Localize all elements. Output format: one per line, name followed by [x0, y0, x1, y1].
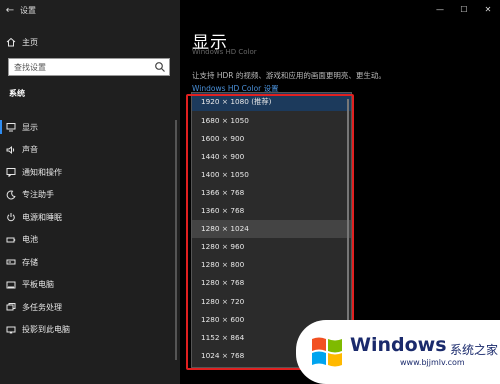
sidebar-item-battery[interactable]: 电池	[0, 229, 180, 252]
resolution-option[interactable]: 1680 × 1050	[192, 111, 351, 129]
notification-icon	[0, 167, 22, 178]
sidebar-item-tablet[interactable]: 平板电脑	[0, 274, 180, 297]
resolution-option[interactable]: 1440 × 900	[192, 147, 351, 165]
hdr-description: 让支持 HDR 的视频、游戏和应用的画面更明亮、更生动。	[192, 71, 386, 80]
project-icon	[0, 325, 22, 335]
resolution-option[interactable]: 1280 × 1024	[192, 219, 351, 238]
resolution-option[interactable]: 1400 × 1050	[192, 165, 351, 183]
sidebar-item-label: 显示	[22, 122, 38, 132]
sidebar-item-display[interactable]: 显示	[0, 116, 180, 139]
sidebar-item-label: 多任务处理	[22, 302, 62, 312]
watermark-brand: Windows	[350, 334, 447, 356]
resolution-option[interactable]: 1600 × 900	[192, 129, 351, 147]
search-icon[interactable]	[154, 61, 166, 73]
sidebar-item-sound[interactable]: 声音	[0, 139, 180, 162]
home-nav-item[interactable]: 主页	[0, 34, 38, 50]
window-controls: — ☐ ✕	[428, 0, 500, 18]
sidebar-item-label: 投影到此电脑	[22, 325, 70, 335]
power-icon	[0, 212, 22, 222]
sidebar-item-multitasking[interactable]: 多任务处理	[0, 296, 180, 319]
close-icon[interactable]: ✕	[476, 0, 500, 18]
home-icon	[0, 37, 22, 47]
speaker-icon	[0, 145, 22, 155]
sidebar-item-notifications[interactable]: 通知和操作	[0, 161, 180, 184]
windows-logo-icon	[312, 337, 342, 367]
watermark-url: www.bjjmlv.com	[400, 358, 465, 367]
sidebar-item-label: 通知和操作	[22, 167, 62, 177]
resolution-option[interactable]: 1366 × 768	[192, 183, 351, 201]
hd-color-heading: Windows HD Color	[192, 48, 257, 56]
resolution-option[interactable]: 1280 × 960	[192, 238, 351, 256]
resolution-option[interactable]: 1280 × 800	[192, 256, 351, 274]
tablet-icon	[0, 280, 22, 290]
watermark: Windows 系统之家 www.bjjmlv.com	[296, 320, 500, 384]
sidebar-item-label: 电池	[22, 235, 38, 245]
sidebar-nav: 显示 声音 通知和操作 专注助手 电源和睡眠 电池 存储 平板电脑 多任务处理 …	[0, 116, 180, 341]
sidebar-item-project[interactable]: 投影到此电脑	[0, 319, 180, 342]
sidebar-item-label: 电源和睡眠	[22, 212, 62, 222]
sidebar-item-label: 声音	[22, 145, 38, 155]
sidebar-item-label: 专注助手	[22, 190, 54, 200]
resolution-option[interactable]: 1360 × 768	[192, 202, 351, 220]
window-title: 设置	[20, 5, 36, 15]
maximize-icon[interactable]: ☐	[452, 0, 476, 18]
resolution-option[interactable]: 1920 × 1080 (推荐)	[192, 93, 351, 112]
storage-icon	[0, 257, 22, 267]
sidebar-item-power-sleep[interactable]: 电源和睡眠	[0, 206, 180, 229]
watermark-subtitle: 系统之家	[450, 343, 499, 357]
sidebar-item-focus-assist[interactable]: 专注助手	[0, 184, 180, 207]
search-box[interactable]	[8, 58, 170, 76]
group-title: 系统	[9, 89, 25, 98]
sidebar-item-label: 平板电脑	[22, 280, 54, 290]
back-arrow-icon[interactable]: ←	[0, 5, 20, 16]
multitask-icon	[0, 302, 22, 312]
settings-sidebar: ← 设置 主页 系统 显示 声音	[0, 0, 180, 384]
monitor-icon	[0, 122, 22, 132]
title-bar: ← 设置	[0, 0, 36, 20]
minimize-icon[interactable]: —	[428, 0, 452, 18]
sidebar-item-label: 存储	[22, 257, 38, 267]
battery-icon	[0, 235, 22, 245]
moon-icon	[0, 190, 22, 200]
resolution-option[interactable]: 1280 × 768	[192, 274, 351, 292]
search-input[interactable]	[9, 59, 147, 75]
sidebar-scrollbar[interactable]	[175, 120, 177, 360]
resolution-option[interactable]: 1280 × 720	[192, 292, 351, 310]
home-label: 主页	[22, 37, 38, 47]
sidebar-item-storage[interactable]: 存储	[0, 251, 180, 274]
